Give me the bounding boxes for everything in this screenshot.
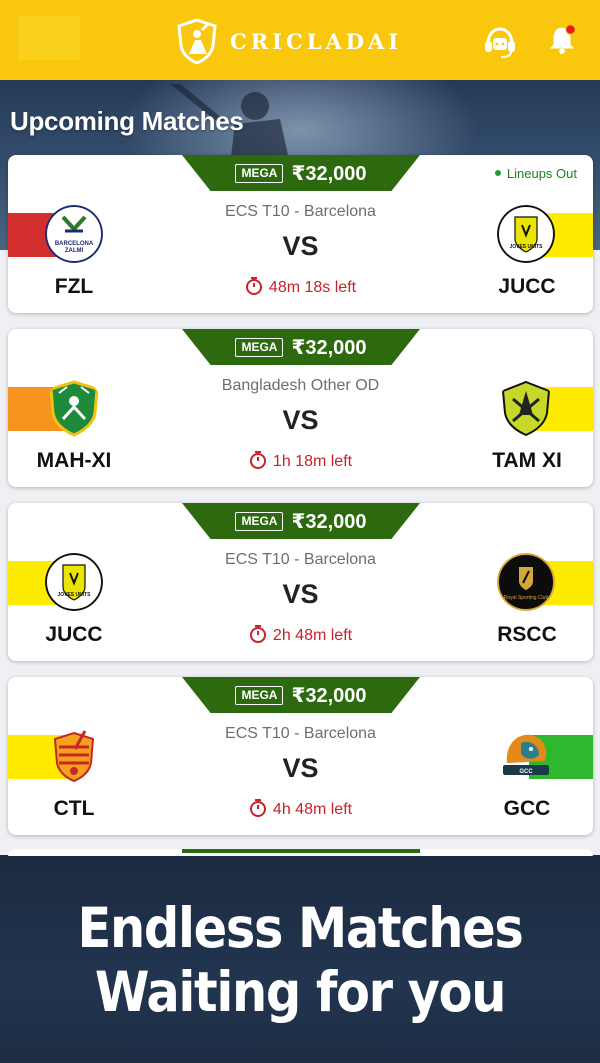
cricket-shield-icon — [177, 18, 217, 64]
mega-badge: MEGA — [235, 337, 284, 357]
prize-amount: ₹32,000 — [291, 510, 367, 533]
stopwatch-icon — [245, 277, 262, 295]
vs-label: VS — [282, 579, 319, 609]
prize-banner: MEGA ₹32,000 — [182, 329, 420, 365]
series-name: ECS T10 - Barcelona — [225, 725, 376, 742]
mega-badge: MEGA — [235, 511, 284, 531]
prize-banner: MEGA ₹32,000 — [182, 503, 420, 539]
series-name: Bangladesh Other OD — [221, 377, 380, 394]
prize-banner: MEGA ₹32,000 — [182, 155, 420, 191]
status-dot-icon — [494, 169, 501, 176]
series-name: ECS T10 - Barcelona — [225, 203, 376, 220]
promo-subheadline: Waiting for you — [94, 960, 507, 1024]
vs-label: VS — [282, 753, 319, 783]
countdown-timer: 1h 18m left — [8, 451, 593, 471]
vs-label: VS — [282, 405, 319, 435]
brand-logo[interactable]: CRICLADAI — [176, 18, 402, 64]
stopwatch-icon — [249, 451, 266, 469]
vs-label: VS — [282, 231, 319, 261]
promo-banner: Endless Matches Waiting for you — [0, 856, 600, 1063]
brand-name: CRICLADAI — [230, 28, 403, 54]
promo-headline: Endless Matches — [77, 896, 524, 960]
prize-banner: MEGA ₹32,000 — [182, 677, 420, 713]
series-name: ECS T10 - Barcelona — [225, 551, 376, 568]
prize-amount: ₹32,000 — [291, 162, 367, 185]
match-card[interactable]: MEGA ₹32,000 Bangladesh Other OD VS MAH-… — [8, 329, 593, 487]
stopwatch-icon — [249, 625, 266, 643]
app-header: CRICLADAI — [0, 0, 600, 80]
countdown-timer: 4h 48m left — [8, 799, 593, 819]
mega-badge: MEGA — [235, 163, 284, 183]
page-title: Upcoming Matches — [10, 106, 244, 136]
lineups-status: Lineups Out — [494, 166, 577, 181]
stopwatch-icon — [249, 799, 266, 817]
headset-icon[interactable] — [482, 26, 518, 60]
countdown-timer: 48m 18s left — [8, 277, 593, 297]
match-card[interactable]: MEGA ₹32,000 JOVES UNITS Royal Sporting … — [8, 503, 593, 661]
match-card[interactable]: MEGA ₹32,000 GCC ECS T10 - Barcelona VS … — [8, 677, 593, 835]
prize-amount: ₹32,000 — [291, 336, 367, 359]
prize-amount: ₹32,000 — [291, 684, 367, 707]
header-placeholder — [18, 16, 80, 60]
mega-badge: MEGA — [235, 685, 284, 705]
countdown-timer: 2h 48m left — [8, 625, 593, 645]
bell-icon[interactable] — [544, 22, 580, 56]
match-card[interactable]: MEGA ₹32,000 Lineups Out BARCELONA ZALMI… — [8, 155, 593, 313]
